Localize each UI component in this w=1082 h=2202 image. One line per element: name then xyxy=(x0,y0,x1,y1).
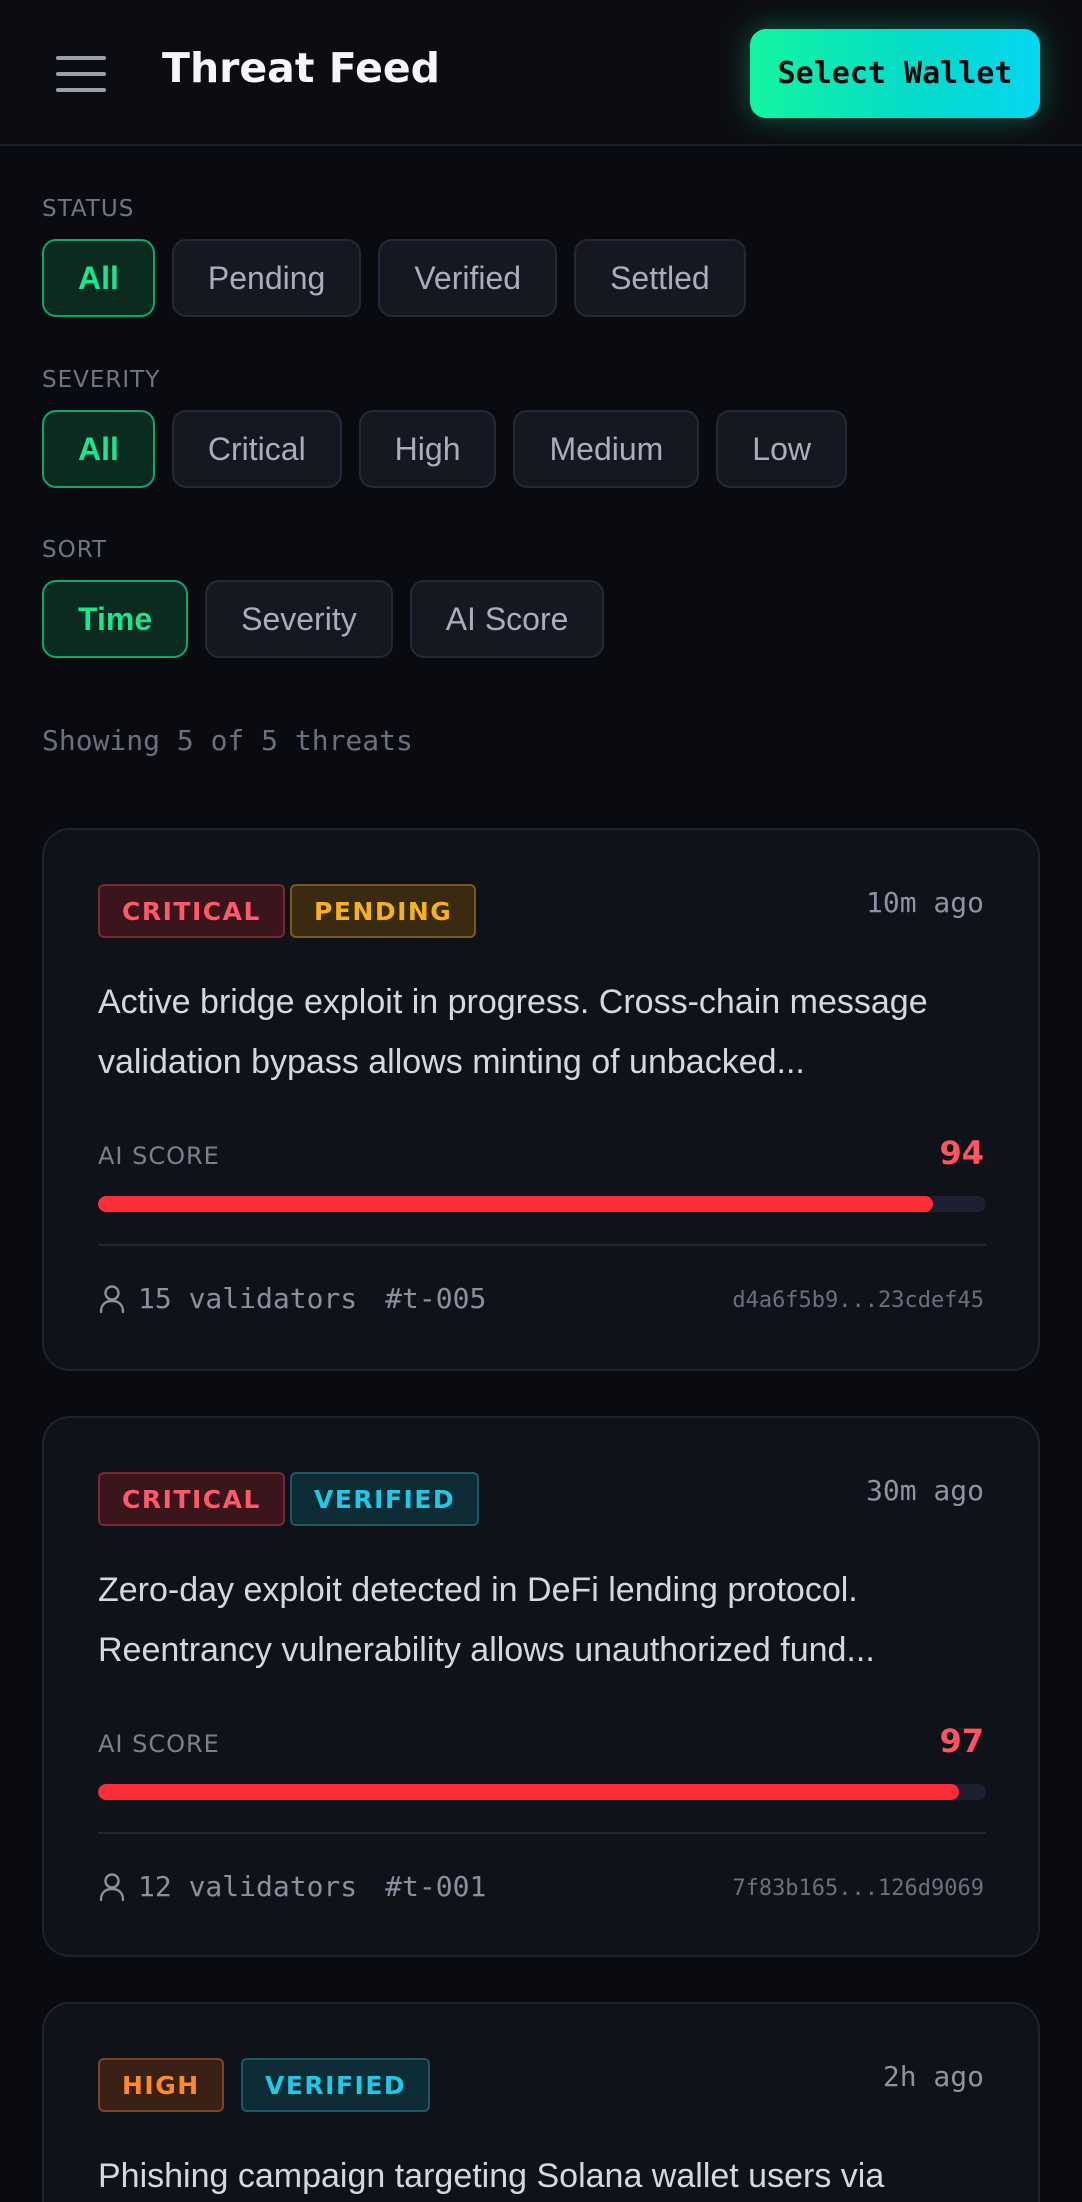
ai-score-label: AI SCORE xyxy=(98,1730,220,1758)
threat-description: Zero-day exploit detected in DeFi lendin… xyxy=(98,1571,875,1669)
threat-card[interactable]: HIGH VERIFIED 2h ago Phishing campaign t… xyxy=(42,2002,1040,2202)
validator-count: 12 validators xyxy=(138,1870,358,1903)
status-badge: VERIFIED xyxy=(241,2058,431,2112)
severity-chip-low[interactable]: Low xyxy=(716,410,847,488)
status-chip-all[interactable]: All xyxy=(42,239,155,317)
app-header: Threat Feed Select Wallet xyxy=(0,0,1082,146)
status-badge: PENDING xyxy=(290,884,477,938)
sort-chip-severity[interactable]: Severity xyxy=(205,580,393,658)
ai-score-bar xyxy=(98,1784,986,1800)
select-wallet-button[interactable]: Select Wallet xyxy=(750,29,1040,118)
ai-score-label: AI SCORE xyxy=(98,1142,220,1170)
threat-timestamp: 2h ago xyxy=(882,2060,984,2093)
severity-filter-label: SEVERITY xyxy=(42,367,161,393)
validator-count: 15 validators xyxy=(138,1282,358,1315)
threat-hash[interactable]: 7f83b165...126d9069 xyxy=(732,1876,984,1901)
severity-chip-all[interactable]: All xyxy=(42,410,155,488)
threat-timestamp: 30m ago xyxy=(865,1474,984,1507)
status-chip-settled[interactable]: Settled xyxy=(574,239,746,317)
threat-id: #t-005 xyxy=(385,1282,487,1315)
hamburger-menu-icon[interactable] xyxy=(56,56,106,92)
page-title: Threat Feed xyxy=(162,44,441,92)
severity-chip-critical[interactable]: Critical xyxy=(171,410,342,488)
severity-chip-high[interactable]: High xyxy=(358,410,497,488)
sort-chip-ai-score[interactable]: AI Score xyxy=(409,580,605,658)
sort-group: Time Severity AI Score xyxy=(42,580,605,658)
threat-card[interactable]: CRITICAL PENDING 10m ago Active bridge e… xyxy=(42,828,1040,1371)
card-divider xyxy=(98,1832,986,1834)
threat-description: Phishing campaign targeting Solana walle… xyxy=(98,2157,885,2195)
status-chip-verified[interactable]: Verified xyxy=(378,239,558,317)
threat-hash[interactable]: d4a6f5b9...23cdef45 xyxy=(732,1288,984,1313)
card-footer-meta: 15 validators #t-005 xyxy=(98,1282,486,1315)
user-icon xyxy=(99,1284,125,1313)
results-count: Showing 5 of 5 threats xyxy=(42,724,413,757)
status-chip-pending[interactable]: Pending xyxy=(171,239,362,317)
status-badge: VERIFIED xyxy=(290,1472,480,1526)
severity-badge: HIGH xyxy=(98,2058,224,2112)
severity-filter-group: All Critical High Medium Low xyxy=(42,410,847,488)
sort-chip-time[interactable]: Time xyxy=(42,580,189,658)
sort-label: SORT xyxy=(42,537,108,563)
ai-score-bar xyxy=(98,1196,986,1212)
ai-score-bar-fill xyxy=(98,1196,933,1212)
threat-description: Active bridge exploit in progress. Cross… xyxy=(98,983,928,1081)
status-filter-label: STATUS xyxy=(42,196,135,222)
ai-score-value: 97 xyxy=(939,1722,984,1760)
severity-badge: CRITICAL xyxy=(98,884,285,938)
status-filter-group: All Pending Verified Settled xyxy=(42,239,746,317)
threat-card[interactable]: CRITICAL VERIFIED 30m ago Zero-day explo… xyxy=(42,1416,1040,1957)
ai-score-bar-fill xyxy=(98,1784,960,1800)
ai-score-value: 94 xyxy=(939,1134,984,1172)
user-icon xyxy=(99,1872,125,1901)
severity-badge: CRITICAL xyxy=(98,1472,285,1526)
severity-chip-medium[interactable]: Medium xyxy=(513,410,700,488)
card-divider xyxy=(98,1244,986,1246)
threat-id: #t-001 xyxy=(385,1870,487,1903)
threat-timestamp: 10m ago xyxy=(865,886,984,919)
card-footer-meta: 12 validators #t-001 xyxy=(98,1870,486,1903)
